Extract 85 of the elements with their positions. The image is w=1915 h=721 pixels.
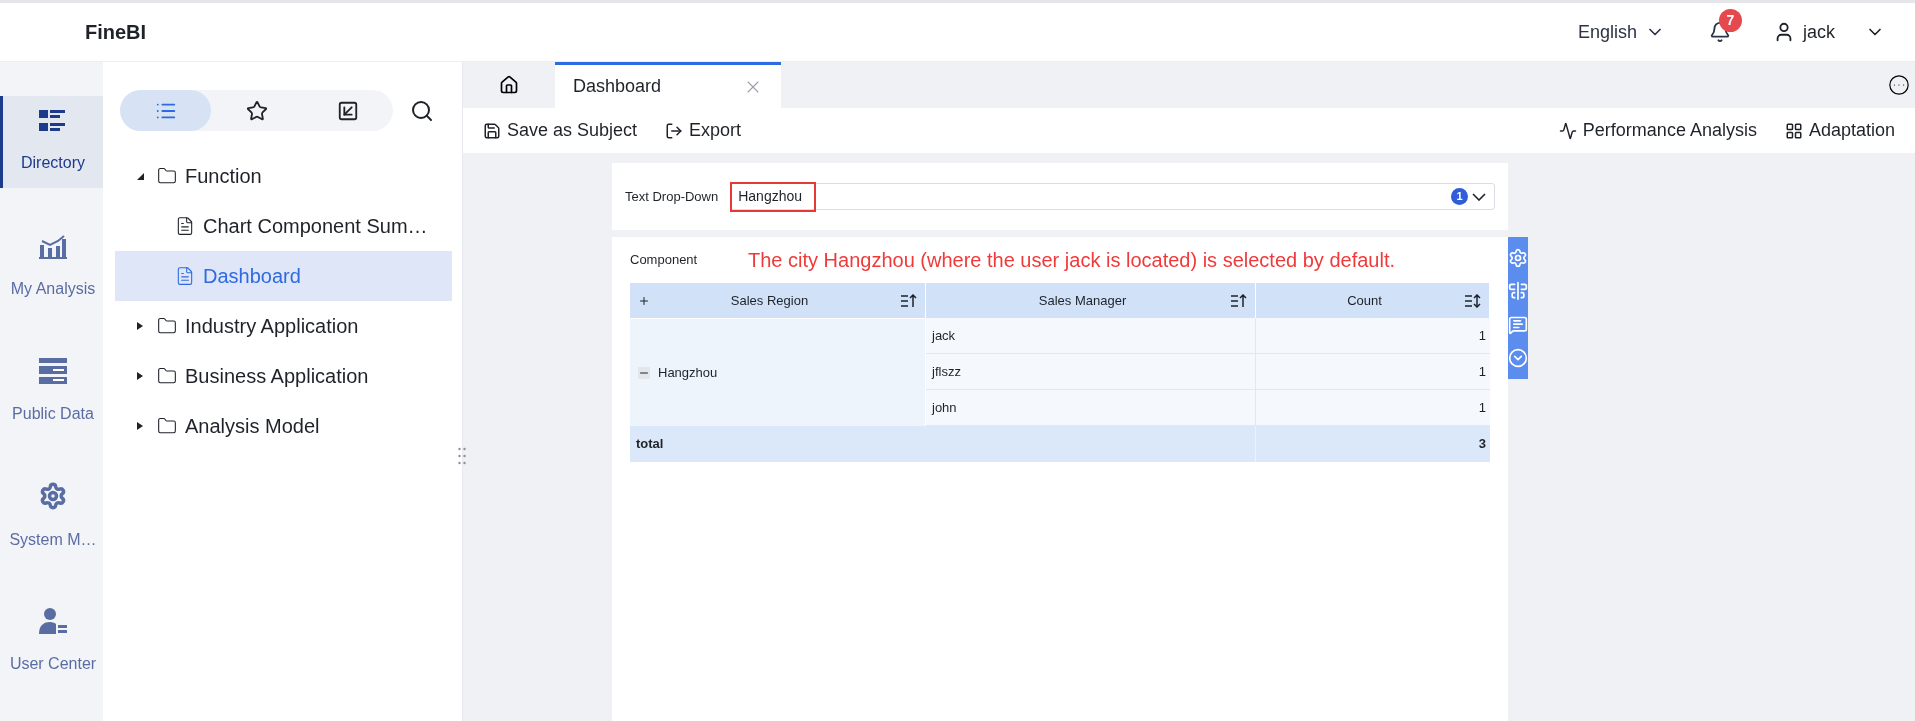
selection-count: 1 — [1451, 188, 1468, 205]
tree-item-label: Analysis Model — [185, 414, 320, 439]
folder-icon — [157, 166, 177, 186]
gear-icon[interactable] — [1508, 247, 1528, 268]
nav-item[interactable]: Public Data — [0, 346, 103, 438]
chevron-down-icon — [1472, 192, 1486, 201]
tree-item-label: Industry Application — [185, 314, 359, 339]
import-icon — [336, 99, 359, 122]
list-icon — [39, 109, 67, 133]
table-cell: jack — [926, 318, 1256, 354]
table-cell: total — [630, 426, 1256, 462]
column-header[interactable]: Sales Manager — [926, 283, 1256, 318]
nav-label: Directory — [21, 153, 85, 173]
collapse-icon[interactable] — [638, 366, 650, 379]
caret-right-icon[interactable] — [135, 421, 145, 431]
sort-icon[interactable] — [1465, 293, 1481, 308]
tree-item[interactable]: Function — [115, 151, 452, 201]
filter-label: Text Drop-Down — [625, 187, 719, 206]
table-cell: 1 — [1256, 354, 1490, 390]
home-icon — [499, 75, 519, 95]
tree-item[interactable]: Chart Component Sum… — [115, 201, 452, 251]
nav-item[interactable]: System M… — [0, 471, 103, 563]
notification-count: 7 — [1719, 9, 1742, 32]
export-icon — [665, 121, 684, 140]
toolbar-button[interactable]: Adaptation — [1784, 117, 1895, 144]
database-icon — [39, 358, 67, 384]
search-icon[interactable] — [410, 98, 434, 123]
column-header[interactable]: Count — [1256, 283, 1490, 318]
tree-item[interactable]: Industry Application — [115, 301, 452, 351]
toolbar-button[interactable]: Save as Subject — [483, 117, 638, 144]
grid-icon — [1784, 121, 1803, 140]
column-header[interactable]: Sales Region — [630, 283, 926, 318]
table-cell: 1 — [1256, 318, 1490, 354]
tab-label: Dashboard — [573, 75, 663, 98]
tab[interactable]: Dashboard — [555, 62, 781, 108]
tree-item[interactable]: Dashboard — [115, 251, 452, 301]
language-dropdown[interactable]: English — [1577, 18, 1665, 46]
sort-icon[interactable] — [1231, 293, 1247, 308]
tree-item[interactable]: Analysis Model — [115, 401, 452, 451]
gear-icon — [39, 482, 67, 510]
folder-icon — [157, 416, 177, 436]
dropdown-field[interactable]: Hangzhou 1 — [730, 183, 1495, 210]
table-cell: 1 — [1256, 390, 1490, 426]
folder-icon — [157, 316, 177, 336]
tree-item-label: Chart Component Sum… — [203, 214, 428, 239]
folder-icon — [157, 366, 177, 386]
save-icon — [483, 121, 501, 140]
nav-label: Public Data — [12, 404, 94, 424]
tree-item[interactable]: Business Application — [115, 351, 452, 401]
more-icon[interactable] — [1888, 74, 1910, 96]
view-toggle[interactable] — [120, 90, 211, 131]
document-icon — [175, 216, 195, 236]
dropdown-value: Hangzhou — [730, 181, 817, 212]
caret-down-icon[interactable] — [135, 171, 145, 181]
toolbar-button[interactable]: Export — [665, 117, 742, 144]
chart-icon — [39, 233, 67, 259]
star-icon — [245, 99, 268, 122]
table-cell: 3 — [1256, 426, 1490, 462]
comment-icon[interactable] — [1508, 314, 1528, 335]
tree-item-label: Business Application — [185, 364, 369, 389]
nav-label: My Analysis — [10, 279, 96, 299]
drag-handle-icon[interactable] — [458, 447, 466, 465]
region-label: Hangzhou — [658, 363, 718, 382]
tree-item-label: Function — [185, 164, 262, 189]
logo: FineBI — [85, 20, 147, 45]
tree-item-label: Dashboard — [203, 264, 301, 289]
nav-label: System M… — [9, 530, 97, 550]
toolbar-button[interactable]: Performance Analysis — [1558, 117, 1757, 144]
pulse-chart-icon — [1558, 121, 1577, 140]
nav-label: User Center — [9, 654, 97, 674]
caret-right-icon[interactable] — [135, 321, 145, 331]
table-cell: john — [926, 390, 1256, 426]
component-title: Component — [630, 250, 699, 269]
chevron-circle-icon[interactable] — [1508, 348, 1528, 369]
user-menu[interactable]: jack — [1773, 18, 1885, 46]
sort-icon[interactable] — [901, 293, 917, 308]
document-icon — [175, 266, 195, 286]
caret-right-icon[interactable] — [135, 371, 145, 381]
table-cell: jflszz — [926, 354, 1256, 390]
nav-item[interactable]: My Analysis — [0, 221, 103, 313]
expand-icon[interactable] — [638, 294, 650, 307]
user-icon — [39, 608, 67, 634]
nav-item[interactable]: Directory — [0, 96, 103, 188]
nav-item[interactable]: User Center — [0, 596, 103, 688]
annotation-text: The city Hangzhou (where the user jack is located) is selected by default. — [748, 247, 1395, 273]
